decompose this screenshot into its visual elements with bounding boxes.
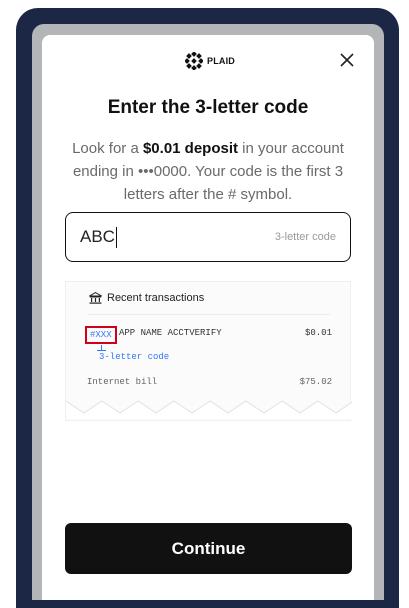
page-title: Enter the 3-letter code <box>107 97 309 118</box>
recent-transactions-title: Recent transactions <box>107 292 205 304</box>
receipt-divider <box>88 314 330 315</box>
continue-button[interactable]: Continue <box>65 523 352 574</box>
bank-icon <box>89 292 102 304</box>
recent-transactions-header: Recent transactions <box>89 292 204 304</box>
plaid-logo-icon <box>185 52 203 70</box>
code-input-value[interactable]: ABC <box>80 227 115 247</box>
plaid-logo: PLAID <box>185 52 235 70</box>
code-callout-label: 3-letter code <box>99 352 170 362</box>
receipt-torn-edge <box>66 400 352 419</box>
code-input-hint: 3-letter code <box>274 231 336 243</box>
close-icon <box>340 53 354 67</box>
transaction-row: #XXX APP NAME ACCTVERIFY $0.01 <box>85 326 332 344</box>
text-cursor <box>115 226 117 248</box>
transactions-example: Recent transactions #XXX APP NAME ACCTVE… <box>65 281 352 421</box>
instructions-text: Look for a $0.01 deposit in your account… <box>64 137 352 206</box>
instructions-emphasis: $0.01 deposit <box>142 140 239 157</box>
transaction-name: Internet bill <box>87 377 158 387</box>
transaction-amount: $75.02 <box>299 377 332 387</box>
callout-line-base <box>97 350 106 351</box>
code-highlight: #XXX <box>85 326 117 344</box>
transaction-name: APP NAME ACCTVERIFY <box>119 328 222 338</box>
transaction-amount: $0.01 <box>304 328 332 338</box>
instructions-part1: Look for a <box>72 140 143 157</box>
code-input[interactable]: ABC 3-letter code <box>65 212 351 262</box>
close-button[interactable] <box>336 49 358 71</box>
plaid-logo-text: PLAID <box>207 56 235 66</box>
transaction-row: Internet bill $75.02 <box>87 377 332 387</box>
verification-modal: PLAID Enter the 3-letter code Look for a… <box>42 35 374 600</box>
